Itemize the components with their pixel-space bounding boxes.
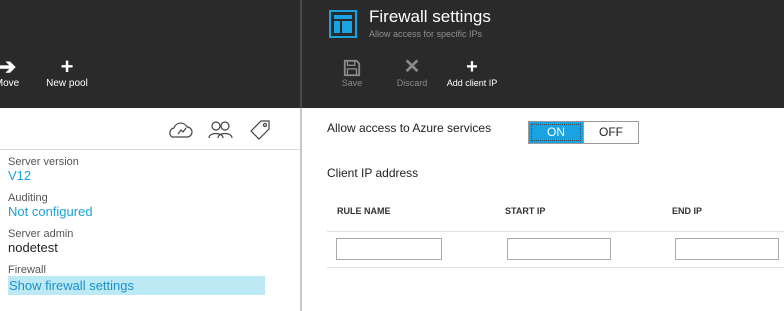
blade-subtitle: Allow access for specific IPs <box>369 29 483 39</box>
move-command-label: Move <box>0 78 20 89</box>
toggle-on-option[interactable]: ON <box>529 122 583 143</box>
plus-icon: + <box>60 54 74 79</box>
table-header-divider <box>327 231 784 232</box>
rule-name-column-header: RULE NAME <box>337 206 391 216</box>
save-button-label: Save <box>341 78 363 88</box>
essentials-divider <box>0 149 300 150</box>
cloud-icon[interactable] <box>166 118 194 142</box>
end-ip-column-header: END IP <box>672 206 703 216</box>
discard-icon: ✕ <box>403 56 421 78</box>
add-client-ip-button-label: Add client IP <box>446 78 498 88</box>
new-pool-command[interactable]: + New pool <box>40 56 94 96</box>
server-admin-property: Server admin nodetest <box>8 228 73 255</box>
server-version-value[interactable]: V12 <box>8 168 79 183</box>
firewall-blade-header: Firewall settings Allow access for speci… <box>302 0 784 108</box>
server-version-property: Server version V12 <box>8 156 79 183</box>
arrow-right-icon: ➔ <box>0 54 17 79</box>
rule-name-input[interactable] <box>336 238 442 260</box>
discard-button[interactable]: ✕ Discard <box>390 56 434 89</box>
server-admin-label: Server admin <box>8 228 74 240</box>
move-command[interactable]: ➔ Move <box>0 56 32 96</box>
blade-title: Firewall settings <box>369 7 491 26</box>
start-ip-input[interactable] <box>507 238 611 260</box>
tag-icon[interactable] <box>246 118 274 142</box>
end-ip-input[interactable] <box>675 238 779 260</box>
start-ip-column-header: START IP <box>505 206 546 216</box>
azure-access-label: Allow access to Azure services <box>327 121 492 135</box>
show-firewall-settings-link[interactable]: Show firewall settings <box>8 276 265 295</box>
firewall-blade-body: Allow access to Azure services ON OFF Cl… <box>302 108 784 311</box>
discard-button-label: Discard <box>396 78 428 88</box>
firewall-blade-icon <box>328 9 358 39</box>
toggle-off-option[interactable]: OFF <box>583 122 638 143</box>
server-essentials-panel: Server version V12 Auditing Not configur… <box>0 108 300 311</box>
server-version-label: Server version <box>8 156 79 168</box>
essentials-icon-row <box>166 118 274 142</box>
save-icon <box>332 56 372 78</box>
auditing-value[interactable]: Not configured <box>8 204 93 219</box>
add-client-ip-button[interactable]: + Add client IP <box>446 56 498 89</box>
auditing-property: Auditing Not configured <box>8 192 93 219</box>
server-admin-value: nodetest <box>8 240 58 255</box>
auditing-label: Auditing <box>8 192 48 204</box>
firewall-label: Firewall <box>8 264 46 276</box>
save-button[interactable]: Save <box>332 56 372 89</box>
plus-icon: + <box>466 56 478 78</box>
firewall-property: Firewall Show firewall settings <box>8 264 265 295</box>
azure-access-toggle[interactable]: ON OFF <box>528 121 639 144</box>
server-blade-header: ➔ Move + New pool <box>0 0 300 108</box>
client-ip-label: Client IP address <box>327 166 419 180</box>
table-row-divider <box>327 267 784 268</box>
new-pool-command-label: New pool <box>46 78 88 89</box>
users-icon[interactable] <box>206 118 234 142</box>
